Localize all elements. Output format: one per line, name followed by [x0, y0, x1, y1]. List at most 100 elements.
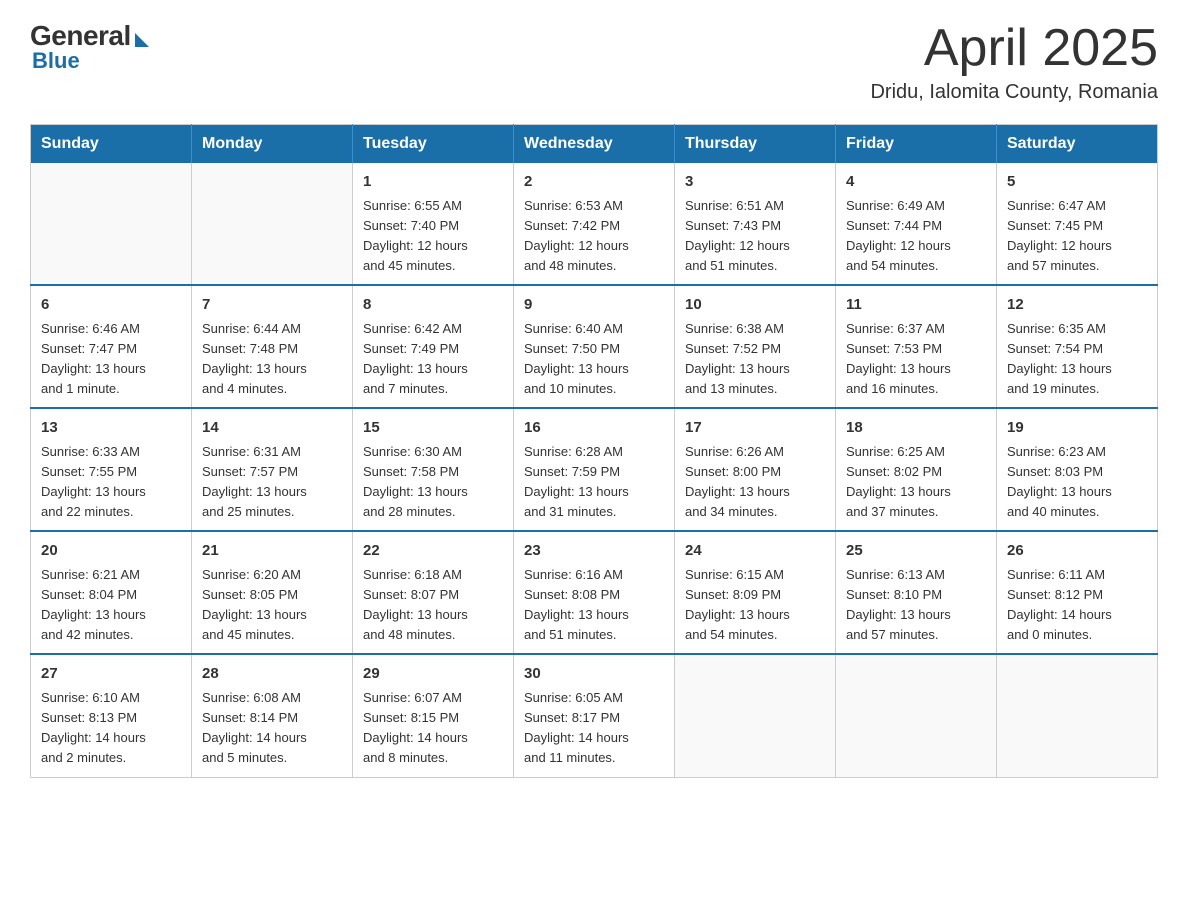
day-number: 29 — [363, 663, 503, 686]
day-number: 25 — [846, 540, 986, 563]
calendar-week-row: 1Sunrise: 6:55 AMSunset: 7:40 PMDaylight… — [31, 163, 1158, 285]
day-info: Sunrise: 6:08 AMSunset: 8:14 PMDaylight:… — [202, 688, 342, 769]
day-info: Sunrise: 6:33 AMSunset: 7:55 PMDaylight:… — [41, 442, 181, 523]
calendar-cell: 17Sunrise: 6:26 AMSunset: 8:00 PMDayligh… — [675, 408, 836, 531]
logo: General Blue — [30, 20, 149, 74]
day-info: Sunrise: 6:28 AMSunset: 7:59 PMDaylight:… — [524, 442, 664, 523]
day-number: 22 — [363, 540, 503, 563]
calendar-cell: 20Sunrise: 6:21 AMSunset: 8:04 PMDayligh… — [31, 531, 192, 654]
day-number: 17 — [685, 417, 825, 440]
day-info: Sunrise: 6:16 AMSunset: 8:08 PMDaylight:… — [524, 565, 664, 646]
day-info: Sunrise: 6:25 AMSunset: 8:02 PMDaylight:… — [846, 442, 986, 523]
day-info: Sunrise: 6:51 AMSunset: 7:43 PMDaylight:… — [685, 196, 825, 277]
calendar-cell: 27Sunrise: 6:10 AMSunset: 8:13 PMDayligh… — [31, 654, 192, 777]
day-info: Sunrise: 6:30 AMSunset: 7:58 PMDaylight:… — [363, 442, 503, 523]
calendar-cell: 25Sunrise: 6:13 AMSunset: 8:10 PMDayligh… — [836, 531, 997, 654]
calendar-week-row: 13Sunrise: 6:33 AMSunset: 7:55 PMDayligh… — [31, 408, 1158, 531]
day-number: 14 — [202, 417, 342, 440]
calendar-header-sunday: Sunday — [31, 125, 192, 164]
day-number: 8 — [363, 294, 503, 317]
logo-blue-text: Blue — [32, 48, 80, 74]
day-number: 23 — [524, 540, 664, 563]
calendar-week-row: 6Sunrise: 6:46 AMSunset: 7:47 PMDaylight… — [31, 285, 1158, 408]
calendar-cell — [31, 163, 192, 285]
calendar-header-thursday: Thursday — [675, 125, 836, 164]
day-info: Sunrise: 6:26 AMSunset: 8:00 PMDaylight:… — [685, 442, 825, 523]
day-number: 15 — [363, 417, 503, 440]
day-info: Sunrise: 6:46 AMSunset: 7:47 PMDaylight:… — [41, 319, 181, 400]
calendar-cell: 5Sunrise: 6:47 AMSunset: 7:45 PMDaylight… — [997, 163, 1158, 285]
day-number: 2 — [524, 171, 664, 194]
calendar-header-row: SundayMondayTuesdayWednesdayThursdayFrid… — [31, 125, 1158, 164]
day-info: Sunrise: 6:40 AMSunset: 7:50 PMDaylight:… — [524, 319, 664, 400]
day-info: Sunrise: 6:20 AMSunset: 8:05 PMDaylight:… — [202, 565, 342, 646]
calendar-cell: 24Sunrise: 6:15 AMSunset: 8:09 PMDayligh… — [675, 531, 836, 654]
day-info: Sunrise: 6:23 AMSunset: 8:03 PMDaylight:… — [1007, 442, 1147, 523]
day-number: 18 — [846, 417, 986, 440]
day-info: Sunrise: 6:31 AMSunset: 7:57 PMDaylight:… — [202, 442, 342, 523]
day-number: 5 — [1007, 171, 1147, 194]
calendar-cell: 8Sunrise: 6:42 AMSunset: 7:49 PMDaylight… — [353, 285, 514, 408]
logo-triangle-icon — [135, 33, 149, 47]
calendar-cell — [836, 654, 997, 777]
calendar-cell: 6Sunrise: 6:46 AMSunset: 7:47 PMDaylight… — [31, 285, 192, 408]
day-number: 9 — [524, 294, 664, 317]
day-info: Sunrise: 6:21 AMSunset: 8:04 PMDaylight:… — [41, 565, 181, 646]
page-header: General Blue April 2025 Dridu, Ialomita … — [30, 20, 1158, 104]
day-info: Sunrise: 6:38 AMSunset: 7:52 PMDaylight:… — [685, 319, 825, 400]
day-info: Sunrise: 6:07 AMSunset: 8:15 PMDaylight:… — [363, 688, 503, 769]
calendar-cell: 3Sunrise: 6:51 AMSunset: 7:43 PMDaylight… — [675, 163, 836, 285]
day-number: 26 — [1007, 540, 1147, 563]
calendar-cell: 28Sunrise: 6:08 AMSunset: 8:14 PMDayligh… — [192, 654, 353, 777]
day-number: 30 — [524, 663, 664, 686]
day-info: Sunrise: 6:42 AMSunset: 7:49 PMDaylight:… — [363, 319, 503, 400]
day-info: Sunrise: 6:49 AMSunset: 7:44 PMDaylight:… — [846, 196, 986, 277]
month-title: April 2025 — [870, 20, 1158, 77]
calendar-header-monday: Monday — [192, 125, 353, 164]
calendar-header-tuesday: Tuesday — [353, 125, 514, 164]
day-number: 11 — [846, 294, 986, 317]
day-number: 16 — [524, 417, 664, 440]
calendar-cell — [675, 654, 836, 777]
calendar-cell: 2Sunrise: 6:53 AMSunset: 7:42 PMDaylight… — [514, 163, 675, 285]
day-number: 21 — [202, 540, 342, 563]
calendar-cell: 16Sunrise: 6:28 AMSunset: 7:59 PMDayligh… — [514, 408, 675, 531]
day-number: 10 — [685, 294, 825, 317]
day-info: Sunrise: 6:47 AMSunset: 7:45 PMDaylight:… — [1007, 196, 1147, 277]
day-number: 7 — [202, 294, 342, 317]
day-info: Sunrise: 6:44 AMSunset: 7:48 PMDaylight:… — [202, 319, 342, 400]
day-number: 6 — [41, 294, 181, 317]
calendar-cell — [192, 163, 353, 285]
calendar-cell: 26Sunrise: 6:11 AMSunset: 8:12 PMDayligh… — [997, 531, 1158, 654]
title-section: April 2025 Dridu, Ialomita County, Roman… — [870, 20, 1158, 104]
calendar-cell: 13Sunrise: 6:33 AMSunset: 7:55 PMDayligh… — [31, 408, 192, 531]
calendar-cell: 1Sunrise: 6:55 AMSunset: 7:40 PMDaylight… — [353, 163, 514, 285]
calendar-cell: 11Sunrise: 6:37 AMSunset: 7:53 PMDayligh… — [836, 285, 997, 408]
day-info: Sunrise: 6:05 AMSunset: 8:17 PMDaylight:… — [524, 688, 664, 769]
calendar-week-row: 27Sunrise: 6:10 AMSunset: 8:13 PMDayligh… — [31, 654, 1158, 777]
calendar-cell: 23Sunrise: 6:16 AMSunset: 8:08 PMDayligh… — [514, 531, 675, 654]
day-info: Sunrise: 6:55 AMSunset: 7:40 PMDaylight:… — [363, 196, 503, 277]
day-number: 3 — [685, 171, 825, 194]
calendar-cell — [997, 654, 1158, 777]
day-number: 20 — [41, 540, 181, 563]
day-info: Sunrise: 6:13 AMSunset: 8:10 PMDaylight:… — [846, 565, 986, 646]
calendar-cell: 18Sunrise: 6:25 AMSunset: 8:02 PMDayligh… — [836, 408, 997, 531]
calendar-cell: 9Sunrise: 6:40 AMSunset: 7:50 PMDaylight… — [514, 285, 675, 408]
day-info: Sunrise: 6:11 AMSunset: 8:12 PMDaylight:… — [1007, 565, 1147, 646]
calendar-cell: 22Sunrise: 6:18 AMSunset: 8:07 PMDayligh… — [353, 531, 514, 654]
calendar-cell: 10Sunrise: 6:38 AMSunset: 7:52 PMDayligh… — [675, 285, 836, 408]
day-info: Sunrise: 6:10 AMSunset: 8:13 PMDaylight:… — [41, 688, 181, 769]
calendar-header-wednesday: Wednesday — [514, 125, 675, 164]
day-info: Sunrise: 6:35 AMSunset: 7:54 PMDaylight:… — [1007, 319, 1147, 400]
day-number: 1 — [363, 171, 503, 194]
calendar-cell: 15Sunrise: 6:30 AMSunset: 7:58 PMDayligh… — [353, 408, 514, 531]
calendar-header-friday: Friday — [836, 125, 997, 164]
calendar-cell: 19Sunrise: 6:23 AMSunset: 8:03 PMDayligh… — [997, 408, 1158, 531]
day-number: 28 — [202, 663, 342, 686]
day-number: 4 — [846, 171, 986, 194]
calendar-cell: 30Sunrise: 6:05 AMSunset: 8:17 PMDayligh… — [514, 654, 675, 777]
calendar-cell: 12Sunrise: 6:35 AMSunset: 7:54 PMDayligh… — [997, 285, 1158, 408]
day-info: Sunrise: 6:53 AMSunset: 7:42 PMDaylight:… — [524, 196, 664, 277]
calendar-cell: 21Sunrise: 6:20 AMSunset: 8:05 PMDayligh… — [192, 531, 353, 654]
